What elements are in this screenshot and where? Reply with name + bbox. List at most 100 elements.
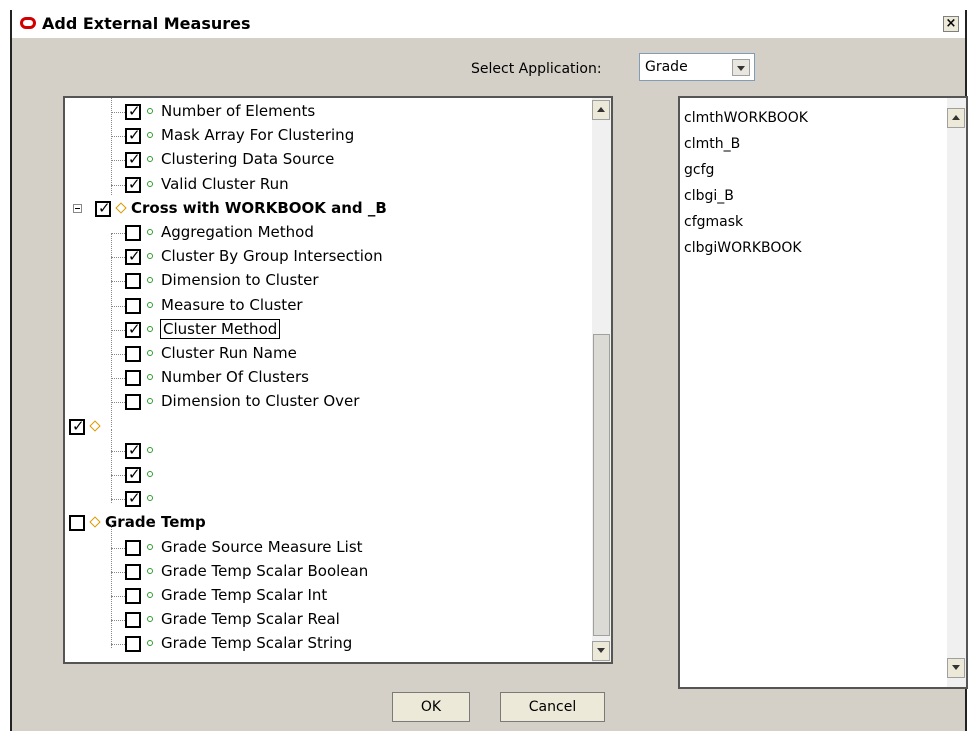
tree-group-row[interactable] (65, 416, 590, 438)
measure-dot-icon (147, 301, 153, 308)
list-item[interactable]: clmthWORKBOOK (684, 110, 808, 126)
tree-item-row[interactable]: Number of Elements (65, 101, 590, 123)
tree-connector (111, 160, 125, 162)
measure-dot-icon (147, 180, 153, 187)
measure-dot-icon (147, 446, 153, 453)
tree-item-row[interactable]: Grade Temp Scalar Real (65, 609, 590, 631)
tree-item-row[interactable]: Grade Temp Scalar Int (65, 585, 590, 607)
tree-checkbox[interactable] (125, 346, 141, 362)
ok-button[interactable]: OK (392, 692, 470, 722)
tree-item-row[interactable] (65, 488, 590, 510)
tree-checkbox[interactable] (69, 417, 85, 435)
measure-dot-icon (147, 567, 153, 574)
tree-checkbox[interactable] (125, 370, 141, 387)
scroll-thumb[interactable] (593, 334, 610, 636)
measure-dot-icon (147, 132, 153, 139)
tree-item-label: Grade Temp (105, 513, 206, 532)
measure-dot-icon (147, 374, 153, 381)
list-item[interactable]: clmth_B (684, 136, 740, 152)
tree-connector (111, 402, 125, 404)
cancel-button[interactable]: Cancel (500, 692, 605, 722)
tree-connector (111, 354, 125, 355)
list-item[interactable]: clbgiWORKBOOK (684, 240, 802, 256)
tree-checkbox[interactable] (125, 102, 141, 120)
tree-checkbox[interactable] (125, 297, 141, 314)
tree-checkbox[interactable] (125, 394, 141, 411)
title-bar: Add External Measures × (12, 10, 965, 38)
tree-checkbox[interactable] (125, 150, 141, 169)
tree-connector (111, 596, 125, 597)
tree-connector (111, 233, 125, 234)
tree-item-row[interactable] (65, 440, 590, 462)
tree-group-row[interactable]: Grade Temp (65, 512, 590, 534)
tree-item-row[interactable]: Cluster Method (65, 318, 590, 341)
tree-item-row[interactable]: Dimension to Cluster (65, 270, 590, 292)
tree-item-row[interactable]: Grade Source Measure List (65, 537, 590, 559)
tree-item-label: Mask Array For Clustering (161, 126, 355, 145)
tree-item-label: Valid Cluster Run (161, 174, 289, 193)
tree-checkbox[interactable] (125, 126, 141, 145)
tree-checkbox[interactable] (125, 563, 141, 580)
tree-item-row[interactable]: Clustering Data Source (65, 149, 590, 171)
tree-connector (111, 136, 125, 138)
tree-connector (111, 571, 125, 573)
list-item[interactable]: gcfg (684, 162, 714, 178)
list-scroll-down-button[interactable] (947, 658, 965, 678)
measure-dot-icon (147, 543, 153, 550)
tree-item-row[interactable]: Cluster Run Name (65, 343, 590, 365)
tree-checkbox[interactable] (95, 199, 111, 217)
application-dropdown[interactable]: Grade (639, 53, 755, 81)
list-scroll-up-button[interactable] (947, 108, 965, 128)
tree-connector (111, 378, 125, 380)
tree-checkbox[interactable] (125, 225, 141, 241)
tree-item-label: Cross with WORKBOOK and _B (131, 198, 387, 217)
tree-scrollbar[interactable] (592, 98, 611, 662)
tree-item-row[interactable]: Dimension to Cluster Over (65, 391, 590, 413)
tree-checkbox[interactable] (125, 465, 141, 483)
scroll-down-button[interactable] (592, 641, 610, 661)
tree-checkbox[interactable] (125, 441, 141, 459)
list-scrollbar[interactable] (947, 98, 966, 687)
tree-checkbox[interactable] (125, 273, 141, 290)
tree-item-label: Dimension to Cluster Over (161, 392, 360, 411)
tree-connector (111, 525, 112, 649)
tree-connector (111, 475, 125, 476)
tree-checkbox[interactable] (125, 636, 141, 653)
tree-checkbox[interactable] (125, 320, 141, 338)
tree-group-row[interactable]: Cross with WORKBOOK and _B (65, 198, 590, 220)
tree-checkbox[interactable] (125, 612, 141, 629)
tree-item-row[interactable]: Grade Temp Scalar String (65, 633, 590, 655)
group-diamond-icon (115, 202, 127, 214)
tree-checkbox[interactable] (125, 247, 141, 266)
tree-connector (111, 281, 125, 283)
close-button[interactable]: × (943, 16, 959, 32)
tree-item-row[interactable] (65, 464, 590, 486)
tree-item-label: Grade Temp Scalar Real (161, 610, 340, 629)
list-item[interactable]: cfgmask (684, 214, 743, 230)
chevron-down-icon[interactable] (732, 59, 750, 76)
scroll-up-button[interactable] (592, 100, 610, 120)
dialog-window: Add External Measures × Select Applicati… (10, 10, 968, 731)
tree-item-row[interactable]: Cluster By Group Intersection (65, 246, 590, 268)
tree-checkbox[interactable] (125, 539, 141, 556)
tree-item-label: Grade Temp Scalar String (161, 634, 353, 653)
tree-checkbox[interactable] (69, 515, 85, 532)
tree-connector (111, 257, 125, 259)
tree-item-label: Grade Temp Scalar Boolean (161, 561, 369, 580)
measure-dot-icon (147, 592, 153, 598)
collapse-icon[interactable] (73, 203, 82, 213)
tree-item-label: Measure to Cluster (161, 295, 303, 314)
tree-checkbox[interactable] (125, 175, 141, 193)
tree-item-row[interactable]: Aggregation Method (65, 222, 590, 244)
group-diamond-icon (89, 419, 101, 432)
tree-item-row[interactable]: Valid Cluster Run (65, 174, 590, 196)
tree-checkbox[interactable] (125, 489, 141, 508)
tree-item-row[interactable]: Measure to Cluster (65, 295, 590, 317)
tree-item-row[interactable]: Mask Array For Clustering (65, 125, 590, 147)
list-item[interactable]: clbgi_B (684, 188, 734, 204)
tree-item-label: Number of Elements (161, 102, 316, 120)
tree-item-label: Dimension to Cluster (161, 271, 319, 290)
tree-checkbox[interactable] (125, 588, 141, 604)
tree-item-row[interactable]: Number Of Clusters (65, 367, 590, 389)
tree-item-row[interactable]: Grade Temp Scalar Boolean (65, 561, 590, 583)
